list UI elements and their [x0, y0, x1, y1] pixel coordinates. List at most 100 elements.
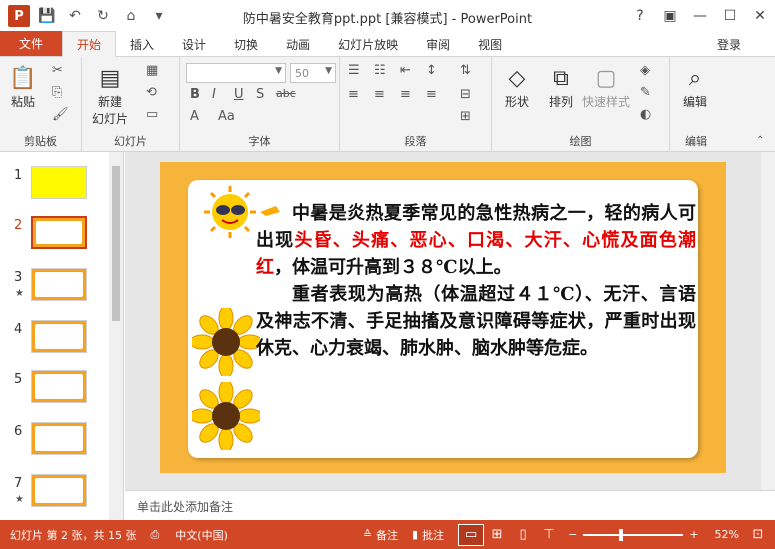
layout-icon[interactable]: ▦	[146, 63, 158, 78]
align-text-icon[interactable]: ⊟	[460, 87, 471, 102]
thumbnail-image	[31, 320, 87, 353]
customize-qat-icon[interactable]: ▾	[150, 8, 168, 24]
editing-group: ⌕ 编辑 编辑	[670, 57, 722, 152]
drawing-group: ◇ 形状 ⧉ 排列 ▢ 快速样式 ◈ ✎ ◐ 绘图	[492, 57, 670, 152]
align-left-icon[interactable]: ≡	[348, 87, 359, 102]
thumbnail-slide-5[interactable]: 5	[0, 370, 110, 410]
paste-button[interactable]: 📋 粘贴	[8, 63, 38, 110]
strikethrough-button[interactable]: abc	[276, 87, 296, 100]
collapse-ribbon-icon[interactable]: ⌃	[756, 135, 764, 146]
tab-animations[interactable]: 动画	[272, 32, 324, 56]
slideshow-icon[interactable]: ⊤	[536, 524, 562, 546]
editing-button[interactable]: ⌕ 编辑	[680, 63, 710, 110]
comments-toggle-button[interactable]: 批注	[422, 527, 444, 543]
zoom-level[interactable]: 52%	[715, 528, 739, 541]
zoom-out-button[interactable]: −	[568, 528, 577, 541]
quick-styles-button[interactable]: ▢ 快速样式	[582, 63, 630, 110]
slide-content-card: 中暑是炎热夏季常见的急性热病之一，轻的病人可出现头昏、头痛、恶心、口渴、大汗、心…	[188, 180, 698, 458]
thumbnail-slide-7[interactable]: 7 ★	[0, 474, 110, 514]
align-center-icon[interactable]: ≡	[374, 87, 385, 102]
justify-icon[interactable]: ≡	[426, 87, 437, 102]
present-from-start-icon[interactable]: ⌂	[122, 8, 140, 24]
shapes-button[interactable]: ◇ 形状	[502, 63, 532, 110]
slide-canvas[interactable]: 中暑是炎热夏季常见的急性热病之一，轻的病人可出现头昏、头痛、恶心、口渴、大汗、心…	[160, 162, 726, 473]
shape-fill-icon[interactable]: ◈	[640, 63, 650, 78]
shape-outline-icon[interactable]: ✎	[640, 85, 651, 100]
minimize-icon[interactable]: —	[685, 8, 715, 24]
thumbnail-scrollbar[interactable]	[109, 152, 123, 520]
section-icon[interactable]: ▭	[146, 107, 158, 122]
tab-file[interactable]: 文件	[0, 31, 62, 56]
slides-group-label: 幻灯片	[114, 135, 147, 148]
fit-to-window-icon[interactable]: ⊡	[745, 524, 771, 546]
slide-sorter-icon[interactable]: ⊞	[484, 524, 510, 546]
align-right-icon[interactable]: ≡	[400, 87, 411, 102]
copy-icon[interactable]: ⎘	[52, 85, 62, 100]
undo-icon[interactable]: ↶	[66, 8, 84, 24]
smartart-icon[interactable]: ⊞	[460, 109, 471, 124]
line-spacing-icon[interactable]: ↕	[426, 63, 437, 78]
numbering-icon[interactable]: ☷	[374, 63, 386, 78]
thumbnail-slide-2[interactable]: 2	[0, 216, 110, 256]
editor-scrollbar[interactable]	[761, 152, 775, 490]
shadow-button[interactable]: S	[256, 87, 264, 102]
thumbnail-slide-3[interactable]: 3 ★	[0, 268, 110, 308]
italic-button[interactable]: I	[212, 87, 216, 102]
normal-view-icon[interactable]: ▭	[458, 523, 485, 546]
shapes-icon: ◇	[508, 65, 526, 91]
font-color-icon[interactable]: A	[190, 109, 199, 124]
slides-group: ▤ 新建 幻灯片 ▦ ⟲ ▭ 幻灯片	[82, 57, 180, 152]
thumbnail-image	[31, 370, 87, 403]
format-painter-icon[interactable]: 🖌	[52, 107, 69, 122]
ribbon-home: 📋 粘贴 ✂ ⎘ 🖌 剪贴板 ▤ 新建 幻灯片 ▦ ⟲ ▭ 幻灯片 ▼ 50 ▼ …	[0, 57, 775, 152]
tab-slideshow[interactable]: 幻灯片放映	[324, 32, 412, 56]
notes-toggle-button[interactable]: 备注	[376, 527, 398, 543]
new-slide-button[interactable]: ▤ 新建 幻灯片	[92, 63, 128, 127]
tab-review[interactable]: 审阅	[412, 32, 464, 56]
maximize-icon[interactable]: ☐	[715, 8, 745, 24]
quick-access-toolbar: 💾 ↶ ↻ ⌂ ▾	[38, 8, 168, 24]
language-indicator[interactable]: 中文(中国)	[175, 527, 228, 543]
tab-transitions[interactable]: 切换	[220, 32, 272, 56]
bullets-icon[interactable]: ☰	[348, 63, 360, 78]
clipboard-group: 📋 粘贴 ✂ ⎘ 🖌 剪贴板	[0, 57, 82, 152]
shape-effects-icon[interactable]: ◐	[640, 107, 651, 122]
thumbnail-slide-6[interactable]: 6	[0, 422, 110, 462]
slide-body-text[interactable]: 中暑是炎热夏季常见的急性热病之一，轻的病人可出现头昏、头痛、恶心、口渴、大汗、心…	[256, 200, 696, 362]
text-direction-icon[interactable]: ⇅	[460, 63, 471, 78]
font-size-combo[interactable]: 50 ▼	[290, 63, 336, 83]
animation-star-icon: ★	[15, 288, 24, 299]
save-icon[interactable]: 💾	[38, 8, 56, 24]
redo-icon[interactable]: ↻	[94, 8, 112, 24]
cut-icon[interactable]: ✂	[52, 63, 63, 78]
bold-button[interactable]: B	[190, 87, 200, 102]
arrange-button[interactable]: ⧉ 排列	[546, 63, 576, 110]
underline-button[interactable]: U	[234, 87, 244, 102]
zoom-slider[interactable]	[583, 528, 684, 541]
tab-view[interactable]: 视图	[464, 32, 516, 56]
notes-placeholder: 单击此处添加备注	[137, 500, 234, 514]
tab-insert[interactable]: 插入	[116, 32, 168, 56]
spell-check-icon[interactable]: ⎙	[150, 528, 159, 542]
powerpoint-app-icon[interactable]: P	[8, 5, 30, 27]
thumbnail-slide-4[interactable]: 4	[0, 320, 110, 360]
thumbnail-slide-1[interactable]: 1	[0, 166, 110, 206]
font-name-combo[interactable]: ▼	[186, 63, 286, 83]
help-icon[interactable]: ?	[625, 8, 655, 24]
thumbnail-image	[31, 474, 87, 507]
notes-pane[interactable]: 单击此处添加备注	[125, 490, 775, 520]
arrange-icon: ⧉	[553, 65, 569, 91]
paragraph-group: ☰ ☷ ⇤ ↕ ⇅ ≡ ≡ ≡ ≡ ⊟ ⊞ 段落	[340, 57, 492, 152]
animation-star-icon: ★	[15, 494, 24, 505]
reading-view-icon[interactable]: ▯	[510, 524, 536, 546]
close-icon[interactable]: ✕	[745, 8, 775, 24]
zoom-in-button[interactable]: +	[689, 528, 698, 541]
clipboard-group-label: 剪贴板	[24, 135, 57, 148]
tab-home[interactable]: 开始	[62, 31, 117, 57]
tab-design[interactable]: 设计	[168, 32, 220, 56]
change-case-button[interactable]: Aa	[218, 109, 235, 124]
decrease-indent-icon[interactable]: ⇤	[400, 63, 411, 78]
reset-icon[interactable]: ⟲	[146, 85, 157, 100]
login-link[interactable]: 登录	[717, 36, 741, 53]
ribbon-display-icon[interactable]: ▣	[655, 8, 685, 24]
